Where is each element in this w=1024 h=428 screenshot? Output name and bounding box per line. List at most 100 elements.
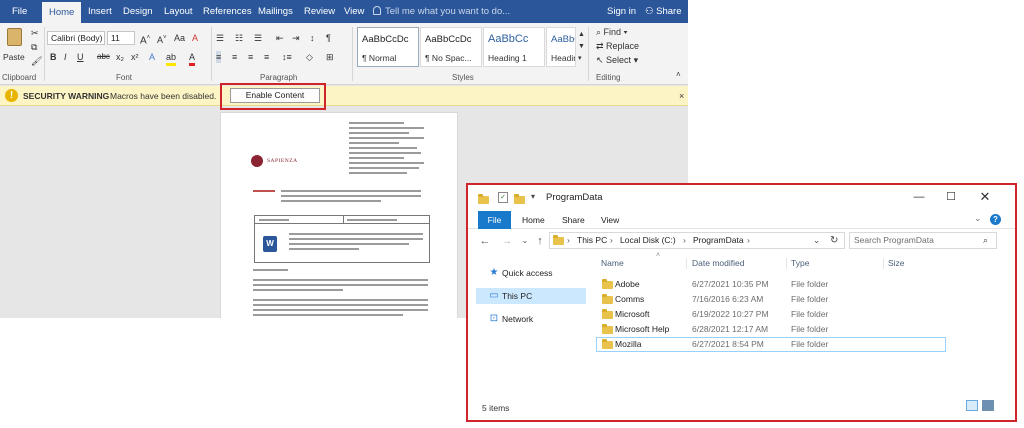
column-header-type[interactable]: Type [791,255,809,271]
refresh-icon[interactable]: ↻ [830,233,838,248]
superscript-button[interactable]: x² [131,51,139,63]
grow-font-icon[interactable]: A˄ [140,32,150,47]
recent-locations-icon[interactable]: ⌄ [518,233,532,249]
style-heading-2[interactable]: AaBbCcD Heading 2 [546,27,576,67]
help-icon[interactable]: ? [990,214,1001,225]
column-divider[interactable] [883,258,884,269]
tab-insert[interactable]: Insert [88,0,112,23]
column-divider[interactable] [686,258,687,269]
replace-button[interactable]: ⇄ Replace [596,40,639,52]
styles-scroll-icon[interactable]: ▲ ▼ ▾ [578,29,585,65]
multilevel-list-icon[interactable]: ☰ [254,32,262,44]
format-painter-icon[interactable]: 🖌 [31,55,42,67]
text-line [349,122,404,124]
align-left-icon[interactable]: ≡ [216,51,222,63]
strikethrough-button[interactable]: abc [97,51,110,63]
tab-view[interactable]: View [601,211,619,229]
close-icon[interactable]: × [679,86,684,106]
borders-icon[interactable]: ⊞ [326,51,334,63]
bullets-icon[interactable]: ☰ [216,32,224,44]
large-icons-view-icon[interactable] [982,400,994,411]
change-case-icon[interactable]: Aa [174,32,185,44]
font-size-dropdown[interactable]: 11 [107,31,135,45]
tab-design[interactable]: Design [123,0,153,23]
share-button[interactable]: ⚇ Share [645,0,682,23]
expand-ribbon-icon[interactable]: ⌄ [974,213,982,224]
copy-icon[interactable]: ⧉ [31,41,37,53]
search-input[interactable]: Search ProgramData ⌕ [849,232,997,249]
column-header-date[interactable]: Date modified [692,255,744,271]
style-sample: AaBbCcDc [425,34,472,45]
up-icon[interactable]: ↑ [533,233,547,249]
paste-button[interactable]: Paste [3,26,26,66]
shading-icon[interactable]: ◇ [306,51,313,63]
properties-icon[interactable]: ✓ [498,192,508,203]
increase-indent-icon[interactable]: ⇥ [292,32,300,44]
line-spacing-icon[interactable]: ↕≡ [282,51,292,63]
nav-item-quick-access[interactable]: ★ Quick access [476,265,586,281]
list-item[interactable]: Comms 7/16/2016 6:23 AM File folder [596,292,946,307]
font-color-icon[interactable]: A [189,51,196,66]
highlight-icon[interactable]: ab [166,51,177,66]
find-button[interactable]: ⌕ Find ▾ [596,26,627,38]
quick-access-dropdown-icon[interactable]: ▾ [531,192,535,201]
italic-button[interactable]: I [64,51,67,63]
breadcrumb-local-disk[interactable]: Local Disk (C:) [620,233,676,248]
close-icon[interactable]: ✕ [975,189,995,205]
text-line [349,162,424,164]
sign-in-link[interactable]: Sign in [607,0,636,23]
decrease-indent-icon[interactable]: ⇤ [276,32,284,44]
back-icon[interactable]: ← [478,233,492,249]
style-no-spacing[interactable]: AaBbCcDc ¶ No Spac... [420,27,482,67]
new-folder-icon[interactable] [514,194,525,204]
tab-mailings[interactable]: Mailings [258,0,293,23]
sort-icon[interactable]: ↕ [310,32,315,44]
list-item[interactable]: Mozilla 6/27/2021 8:54 PM File folder [596,337,946,352]
column-divider[interactable] [786,258,787,269]
tab-review[interactable]: Review [304,0,335,23]
column-header-size[interactable]: Size [888,255,905,271]
text-line [349,167,419,169]
minimize-icon[interactable]: — [909,189,929,205]
collapse-ribbon-icon[interactable]: ˄ [676,69,681,81]
folder-icon [478,194,489,204]
tab-home[interactable]: Home [42,2,82,23]
align-center-icon[interactable]: ≡ [232,51,237,63]
numbering-icon[interactable]: ☷ [235,32,243,44]
nav-item-network[interactable]: ⊡ Network [476,311,586,327]
nav-item-this-pc[interactable]: ▭ This PC [476,288,586,304]
tab-references[interactable]: References [203,0,252,23]
tab-file[interactable]: File [12,0,27,23]
breadcrumb-programdata[interactable]: ProgramData [693,233,744,248]
address-bar[interactable]: › This PC › Local Disk (C:) › ProgramDat… [549,232,845,249]
text-effects-icon[interactable]: A [149,51,155,63]
underline-button[interactable]: U [77,51,84,63]
tell-me-box[interactable]: Tell me what you want to do... [373,0,510,23]
tab-file[interactable]: File [478,211,511,229]
list-item[interactable]: Microsoft Help 6/28/2021 12:17 AM File f… [596,322,946,337]
cut-icon[interactable]: ✂ [31,27,39,39]
tab-view[interactable]: View [344,0,364,23]
chevron-down-icon[interactable]: ⌄ [813,233,820,248]
style-normal[interactable]: AaBbCcDc ¶ Normal [357,27,419,67]
column-header-name[interactable]: Name [601,255,624,271]
font-name-dropdown[interactable]: Calibri (Body) [47,31,105,45]
tab-share[interactable]: Share [562,211,585,229]
select-button[interactable]: ↖ Select ▾ [596,54,638,66]
tab-home[interactable]: Home [522,211,545,229]
breadcrumb-this-pc[interactable]: This PC [577,233,607,248]
clear-formatting-icon[interactable]: A [192,32,198,44]
list-item[interactable]: Microsoft 6/19/2022 10:27 PM File folder [596,307,946,322]
forward-icon[interactable]: → [500,233,514,249]
align-right-icon[interactable]: ≡ [248,51,253,63]
style-heading-1[interactable]: AaBbCc Heading 1 [483,27,545,67]
subscript-button[interactable]: x₂ [116,51,124,63]
bold-button[interactable]: B [50,51,57,63]
maximize-icon[interactable]: ☐ [941,189,961,205]
tab-layout[interactable]: Layout [164,0,193,23]
details-view-icon[interactable] [966,400,978,411]
shrink-font-icon[interactable]: A˅ [157,32,167,46]
show-marks-icon[interactable]: ¶ [326,32,331,44]
list-item[interactable]: Adobe 6/27/2021 10:35 PM File folder [596,277,946,292]
justify-icon[interactable]: ≡ [264,51,269,63]
